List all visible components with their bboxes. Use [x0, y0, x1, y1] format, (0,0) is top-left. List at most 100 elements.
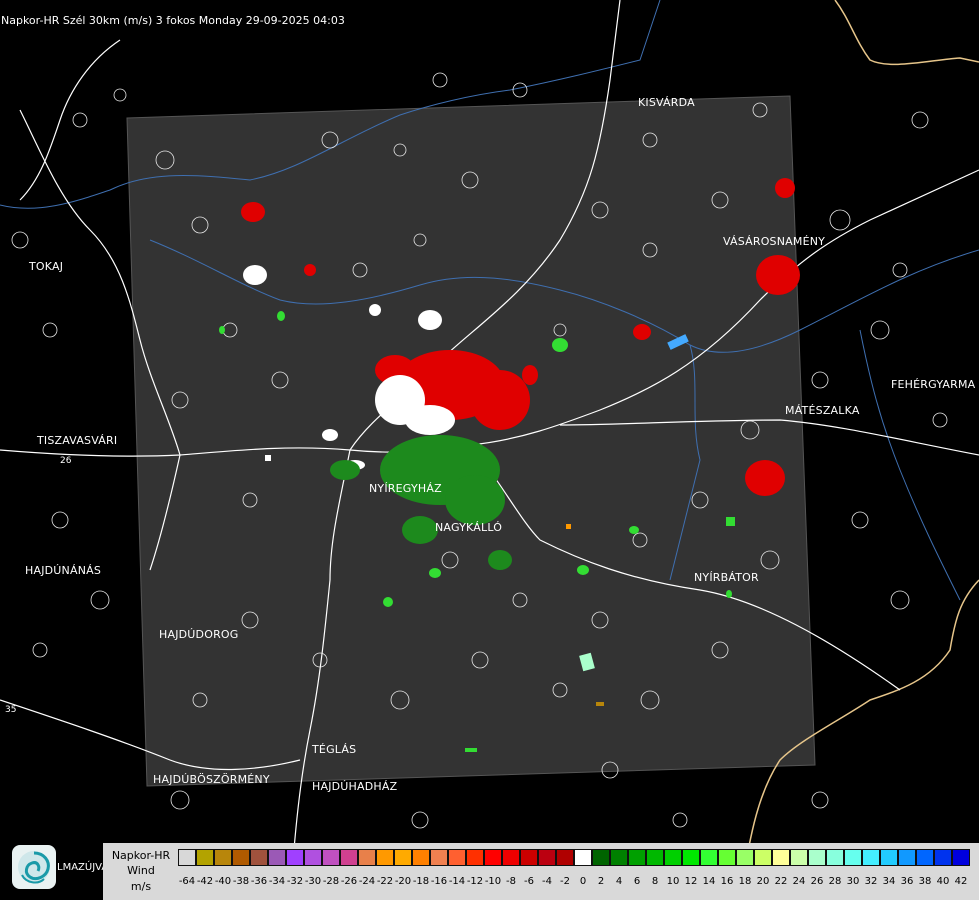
city-label-hajduhadhaz: HAJDÚHADHÁZ: [312, 780, 398, 793]
city-label-hajdudorog: HAJDÚDOROG: [159, 628, 239, 641]
legend-swatch: [196, 849, 214, 866]
legend-swatch: [394, 849, 412, 866]
legend-swatch: [700, 849, 718, 866]
city-label-fehergyarmat: FEHÉRGYARMA: [891, 378, 976, 391]
legend-tick-label: -64: [178, 876, 196, 887]
legend-tick-label: -28: [322, 876, 340, 887]
legend-swatch: [556, 849, 574, 866]
legend-tick-label: -42: [196, 876, 214, 887]
legend-swatches: [178, 849, 970, 867]
legend-tick-label: 18: [738, 876, 752, 887]
road-number-label: 35: [5, 705, 16, 715]
legend-tick-label: -18: [412, 876, 430, 887]
legend-tick-label: 6: [633, 876, 641, 887]
legend-swatch: [772, 849, 790, 866]
legend-tick-label: 4: [615, 876, 623, 887]
legend-swatch: [844, 849, 862, 866]
legend-tick-label: 36: [900, 876, 914, 887]
legend-swatch: [628, 849, 646, 866]
legend-tick-label: -34: [268, 876, 286, 887]
legend-swatch: [880, 849, 898, 866]
legend-tick-label: -30: [304, 876, 322, 887]
legend-swatch: [574, 849, 592, 866]
legend-swatch: [862, 849, 880, 866]
legend-swatch: [934, 849, 952, 866]
legend-swatch: [358, 849, 376, 866]
city-label-vasarosnameny: VÁSÁROSNAMÉNY: [723, 235, 826, 248]
legend-swatch: [502, 849, 520, 866]
legend-tick-label: 0: [579, 876, 587, 887]
legend-swatch: [250, 849, 268, 866]
city-label-nyirbator: NYÍRBÁTOR: [694, 571, 759, 584]
legend-ticks: -64 -42 -40 -38 -36 -34 -32 -30 -28 -26 -24 -22 -20-…: [178, 876, 970, 890]
legend-tick-label: 22: [774, 876, 788, 887]
legend-tick-label: -24: [358, 876, 376, 887]
legend-swatch: [682, 849, 700, 866]
legend-swatch: [214, 849, 232, 866]
legend-swatch: [448, 849, 466, 866]
legend-swatch: [664, 849, 682, 866]
legend-swatch: [808, 849, 826, 866]
legend-swatch: [952, 849, 970, 866]
city-label-hajduboszormeny: HAJDÚBÖSZÖRMÉNY: [153, 773, 270, 786]
legend-swatch: [340, 849, 358, 866]
legend-swatch: [322, 849, 340, 866]
legend-tick-label: 32: [864, 876, 878, 887]
legend-swatch: [646, 849, 664, 866]
legend-swatch: [286, 849, 304, 866]
legend-swatch: [538, 849, 556, 866]
legend-tick-label: -38: [232, 876, 250, 887]
legend-tick-label: 16: [720, 876, 734, 887]
map-title: Napkor-HR Szél 30km (m/s) 3 fokos Monday…: [1, 14, 345, 27]
legend-tick-label: 2: [597, 876, 605, 887]
swirl-icon: [18, 851, 50, 884]
legend-tick-label: 8: [651, 876, 659, 887]
legend-swatch: [466, 849, 484, 866]
city-label-nyiregyhaza: NYÍREGYHÁZ: [369, 482, 442, 495]
legend-tick-label: 38: [918, 876, 932, 887]
legend-tick-label: 14: [702, 876, 716, 887]
city-label-tiszavasvari: TISZAVASVÁRI: [37, 434, 118, 447]
legend-tick-label: 10: [666, 876, 680, 887]
legend-tick-label: 34: [882, 876, 896, 887]
legend-swatch: [826, 849, 844, 866]
city-label-teglas: TÉGLÁS: [312, 743, 357, 756]
legend-swatch: [610, 849, 628, 866]
legend-swatch: [790, 849, 808, 866]
legend-swatch: [484, 849, 502, 866]
legend-swatch: [754, 849, 772, 866]
legend-tick-label: 26: [810, 876, 824, 887]
legend-tick-label: 20: [756, 876, 770, 887]
wind-color-legend: Napkor-HR Wind m/s -64 -42 -40 -38 -36 -34 -32…: [103, 843, 979, 900]
legend-tick-label: 40: [936, 876, 950, 887]
legend-tick-label: -12: [466, 876, 484, 887]
legend-swatch: [304, 849, 322, 866]
legend-swatch: [178, 849, 196, 866]
legend-tick-label: -26: [340, 876, 358, 887]
legend-tick-label: -40: [214, 876, 232, 887]
legend-tick-label: -2: [560, 876, 570, 887]
legend-tick-label: 30: [846, 876, 860, 887]
legend-tick-label: 42: [954, 876, 968, 887]
legend-swatch: [520, 849, 538, 866]
legend-tick-label: -20: [394, 876, 412, 887]
city-label-hajdunanas: HAJDÚNÁNÁS: [25, 564, 102, 577]
legend-tick-label: -4: [542, 876, 552, 887]
radar-map-view: 26 35 Napkor-HR Szél 30km (m/s) 3 fokos …: [0, 0, 979, 900]
legend-label-product: Napkor-HR: [111, 849, 171, 862]
legend-tick-label: -10: [484, 876, 502, 887]
legend-swatch: [898, 849, 916, 866]
legend-swatch: [916, 849, 934, 866]
legend-tick-label: -32: [286, 876, 304, 887]
legend-swatch: [718, 849, 736, 866]
map-canvas: 26 35: [0, 0, 979, 900]
legend-label-quantity: Wind: [127, 864, 155, 877]
city-label-kisvarda: KISVÁRDA: [638, 96, 695, 109]
legend-swatch: [592, 849, 610, 866]
legend-tick-label: -22: [376, 876, 394, 887]
legend-tick-label: -14: [448, 876, 466, 887]
city-label-tokaj: TOKAJ: [29, 260, 64, 273]
legend-tick-label: 12: [684, 876, 698, 887]
legend-swatch: [376, 849, 394, 866]
legend-swatch: [232, 849, 250, 866]
